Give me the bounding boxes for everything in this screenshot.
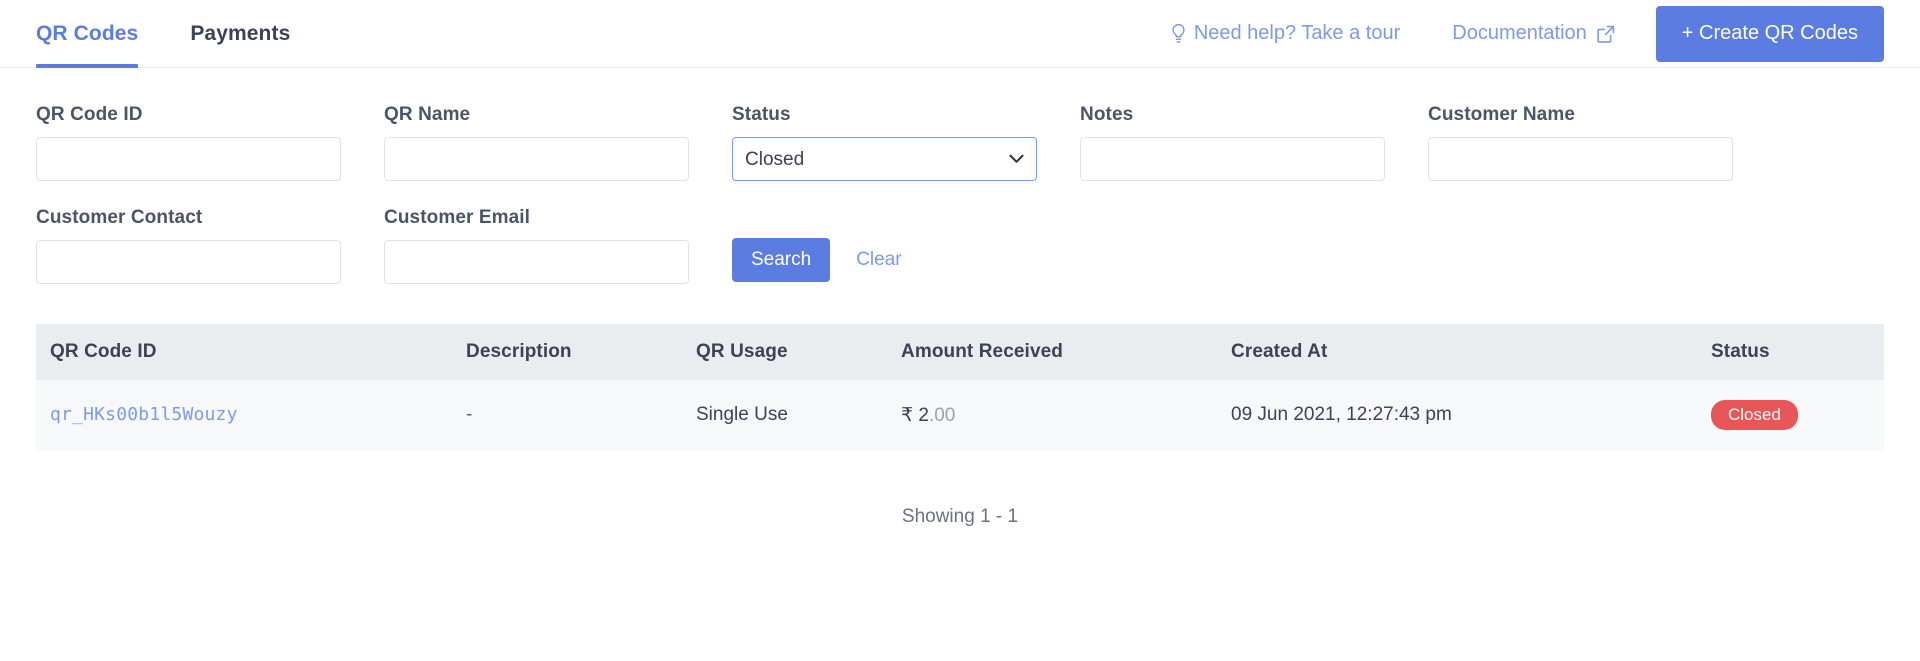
filter-notes-label: Notes <box>1080 104 1134 125</box>
filters-row-2: Customer Contact Customer Email Search C… <box>36 207 1884 284</box>
filter-customer-name: Customer Name <box>1428 104 1733 181</box>
take-a-tour-link[interactable]: Need help? Take a tour <box>1170 22 1400 45</box>
status-select-wrapper: Closed <box>732 137 1037 181</box>
table-header-row: QR Code ID Description QR Usage Amount R… <box>36 324 1884 380</box>
external-link-icon <box>1596 24 1616 44</box>
filters-panel: QR Code ID QR Name Status Closed Notes C… <box>0 68 1920 284</box>
filter-actions: Search Clear <box>732 238 902 282</box>
tab-list: QR Codes Payments <box>36 0 290 68</box>
table-body: qr_HKs00b1l5Wouzy - Single Use ₹ 2.00 09… <box>36 380 1884 450</box>
cell-status: Closed <box>1711 380 1884 450</box>
notes-input[interactable] <box>1080 137 1385 181</box>
column-header-description: Description <box>466 324 696 380</box>
search-button[interactable]: Search <box>732 238 831 282</box>
filter-qr-code-id-label: QR Code ID <box>36 104 143 125</box>
filter-customer-contact: Customer Contact <box>36 207 341 284</box>
column-header-status: Status <box>1711 324 1884 380</box>
description-value: - <box>466 404 473 425</box>
customer-name-input[interactable] <box>1428 137 1733 181</box>
filter-customer-email: Customer Email <box>384 207 689 284</box>
create-qr-codes-button[interactable]: + Create QR Codes <box>1655 5 1884 62</box>
currency-symbol: ₹ <box>901 404 914 426</box>
column-header-amount-received: Amount Received <box>901 324 1231 380</box>
qr-code-id-input[interactable] <box>36 137 341 181</box>
cell-amount-received: ₹ 2.00 <box>901 380 1231 450</box>
tab-qr-codes-label: QR Codes <box>36 21 139 45</box>
cell-description: - <box>466 380 696 450</box>
column-header-qr-code-id: QR Code ID <box>36 324 466 380</box>
filter-qr-name: QR Name <box>384 104 689 181</box>
filters-row-1: QR Code ID QR Name Status Closed Notes C… <box>36 104 1884 181</box>
documentation-link[interactable]: Documentation <box>1452 22 1616 45</box>
lightbulb-icon <box>1170 23 1187 44</box>
customer-email-input[interactable] <box>384 240 689 284</box>
qr-codes-table: QR Code ID Description QR Usage Amount R… <box>36 324 1884 450</box>
filter-customer-contact-label: Customer Contact <box>36 207 203 228</box>
filter-customer-email-label: Customer Email <box>384 207 531 228</box>
filter-notes: Notes <box>1080 104 1385 181</box>
take-a-tour-label: Need help? Take a tour <box>1193 22 1401 44</box>
column-header-created-at: Created At <box>1231 324 1711 380</box>
showing-count: Showing 1 - 1 <box>901 506 1019 527</box>
table-row[interactable]: qr_HKs00b1l5Wouzy - Single Use ₹ 2.00 09… <box>36 380 1884 450</box>
column-header-qr-usage: QR Usage <box>696 324 901 380</box>
filter-status: Status Closed <box>732 104 1037 181</box>
amount-whole: 2 <box>918 404 929 426</box>
top-navigation-bar: QR Codes Payments Need help? Take a tour… <box>0 0 1920 68</box>
documentation-label: Documentation <box>1452 22 1587 44</box>
cell-qr-usage: Single Use <box>696 380 901 450</box>
qr-code-id-link[interactable]: qr_HKs00b1l5Wouzy <box>50 404 238 425</box>
filter-customer-name-label: Customer Name <box>1428 104 1576 125</box>
qr-name-input[interactable] <box>384 137 689 181</box>
cell-qr-code-id: qr_HKs00b1l5Wouzy <box>36 380 466 450</box>
amount-received-value: ₹ 2.00 <box>901 405 955 426</box>
qr-usage-value: Single Use <box>696 404 788 425</box>
top-bar-actions: Need help? Take a tour Documentation + C… <box>1170 0 1884 67</box>
tab-payments-label: Payments <box>190 21 291 45</box>
filter-qr-name-label: QR Name <box>384 104 471 125</box>
clear-button[interactable]: Clear <box>856 249 901 271</box>
cell-created-at: 09 Jun 2021, 12:27:43 pm <box>1231 380 1711 450</box>
filter-qr-code-id: QR Code ID <box>36 104 341 181</box>
status-select[interactable]: Closed <box>732 137 1037 181</box>
tab-qr-codes[interactable]: QR Codes <box>36 0 139 68</box>
filter-status-label: Status <box>732 104 791 125</box>
table-header: QR Code ID Description QR Usage Amount R… <box>36 324 1884 380</box>
status-badge: Closed <box>1711 400 1798 430</box>
qr-codes-table-container: QR Code ID Description QR Usage Amount R… <box>36 324 1884 528</box>
customer-contact-input[interactable] <box>36 240 341 284</box>
created-at-value: 09 Jun 2021, 12:27:43 pm <box>1231 404 1452 425</box>
tab-payments[interactable]: Payments <box>190 0 290 67</box>
amount-cents: .00 <box>928 404 956 426</box>
